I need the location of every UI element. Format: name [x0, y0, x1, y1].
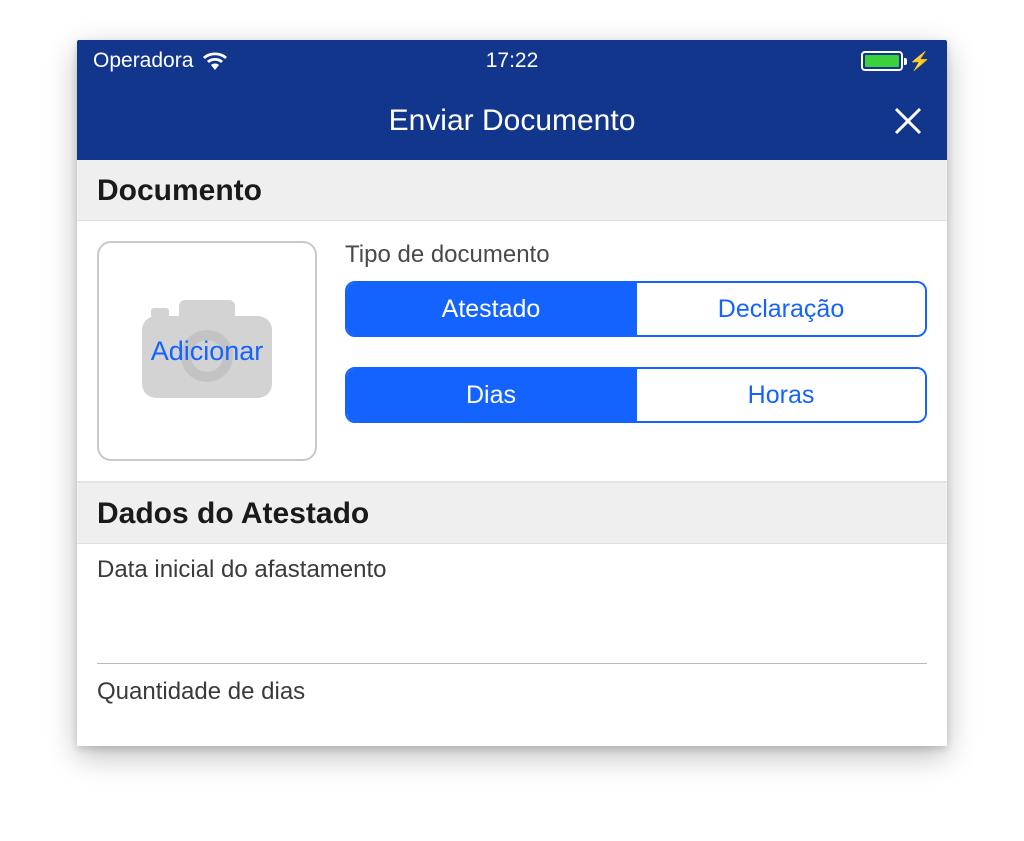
data-inicial-input[interactable]: [97, 584, 927, 664]
nav-title: Enviar Documento: [389, 104, 636, 138]
battery-fill: [865, 55, 899, 67]
tipo-field: Tipo de documento Atestado Declaração: [345, 241, 927, 337]
nav-bar: Enviar Documento: [77, 82, 947, 160]
app-screen: Operadora 17:22 ⚡ Enviar Documento: [77, 40, 947, 746]
status-time: 17:22: [486, 49, 539, 73]
add-photo-button[interactable]: Adicionar: [97, 241, 317, 461]
tipo-segmented: Atestado Declaração: [345, 281, 927, 337]
battery-icon: [861, 51, 903, 71]
section-header-documento: Documento: [77, 160, 947, 221]
status-right: ⚡: [861, 51, 931, 72]
tipo-option-declaracao[interactable]: Declaração: [635, 283, 925, 335]
status-bar: Operadora 17:22 ⚡: [77, 40, 947, 82]
data-inicial-label: Data inicial do afastamento: [97, 544, 927, 584]
documento-row: Adicionar Tipo de documento Atestado Dec…: [77, 221, 947, 482]
section-header-dados: Dados do Atestado: [77, 482, 947, 544]
carrier-label: Operadora: [93, 49, 193, 73]
tipo-label: Tipo de documento: [345, 241, 927, 269]
periodo-option-dias[interactable]: Dias: [347, 369, 635, 421]
charging-icon: ⚡: [909, 51, 931, 72]
add-photo-label: Adicionar: [151, 336, 264, 367]
periodo-option-horas[interactable]: Horas: [635, 369, 925, 421]
wifi-icon: [203, 52, 227, 70]
tipo-option-atestado[interactable]: Atestado: [347, 283, 635, 335]
close-button[interactable]: [893, 106, 923, 136]
quantidade-label: Quantidade de dias: [97, 664, 927, 746]
periodo-segmented: Dias Horas: [345, 367, 927, 423]
status-left: Operadora: [93, 49, 227, 73]
documento-fields: Tipo de documento Atestado Declaração Di…: [345, 241, 927, 461]
periodo-field: Dias Horas: [345, 367, 927, 423]
dados-form: Data inicial do afastamento Quantidade d…: [77, 544, 947, 746]
